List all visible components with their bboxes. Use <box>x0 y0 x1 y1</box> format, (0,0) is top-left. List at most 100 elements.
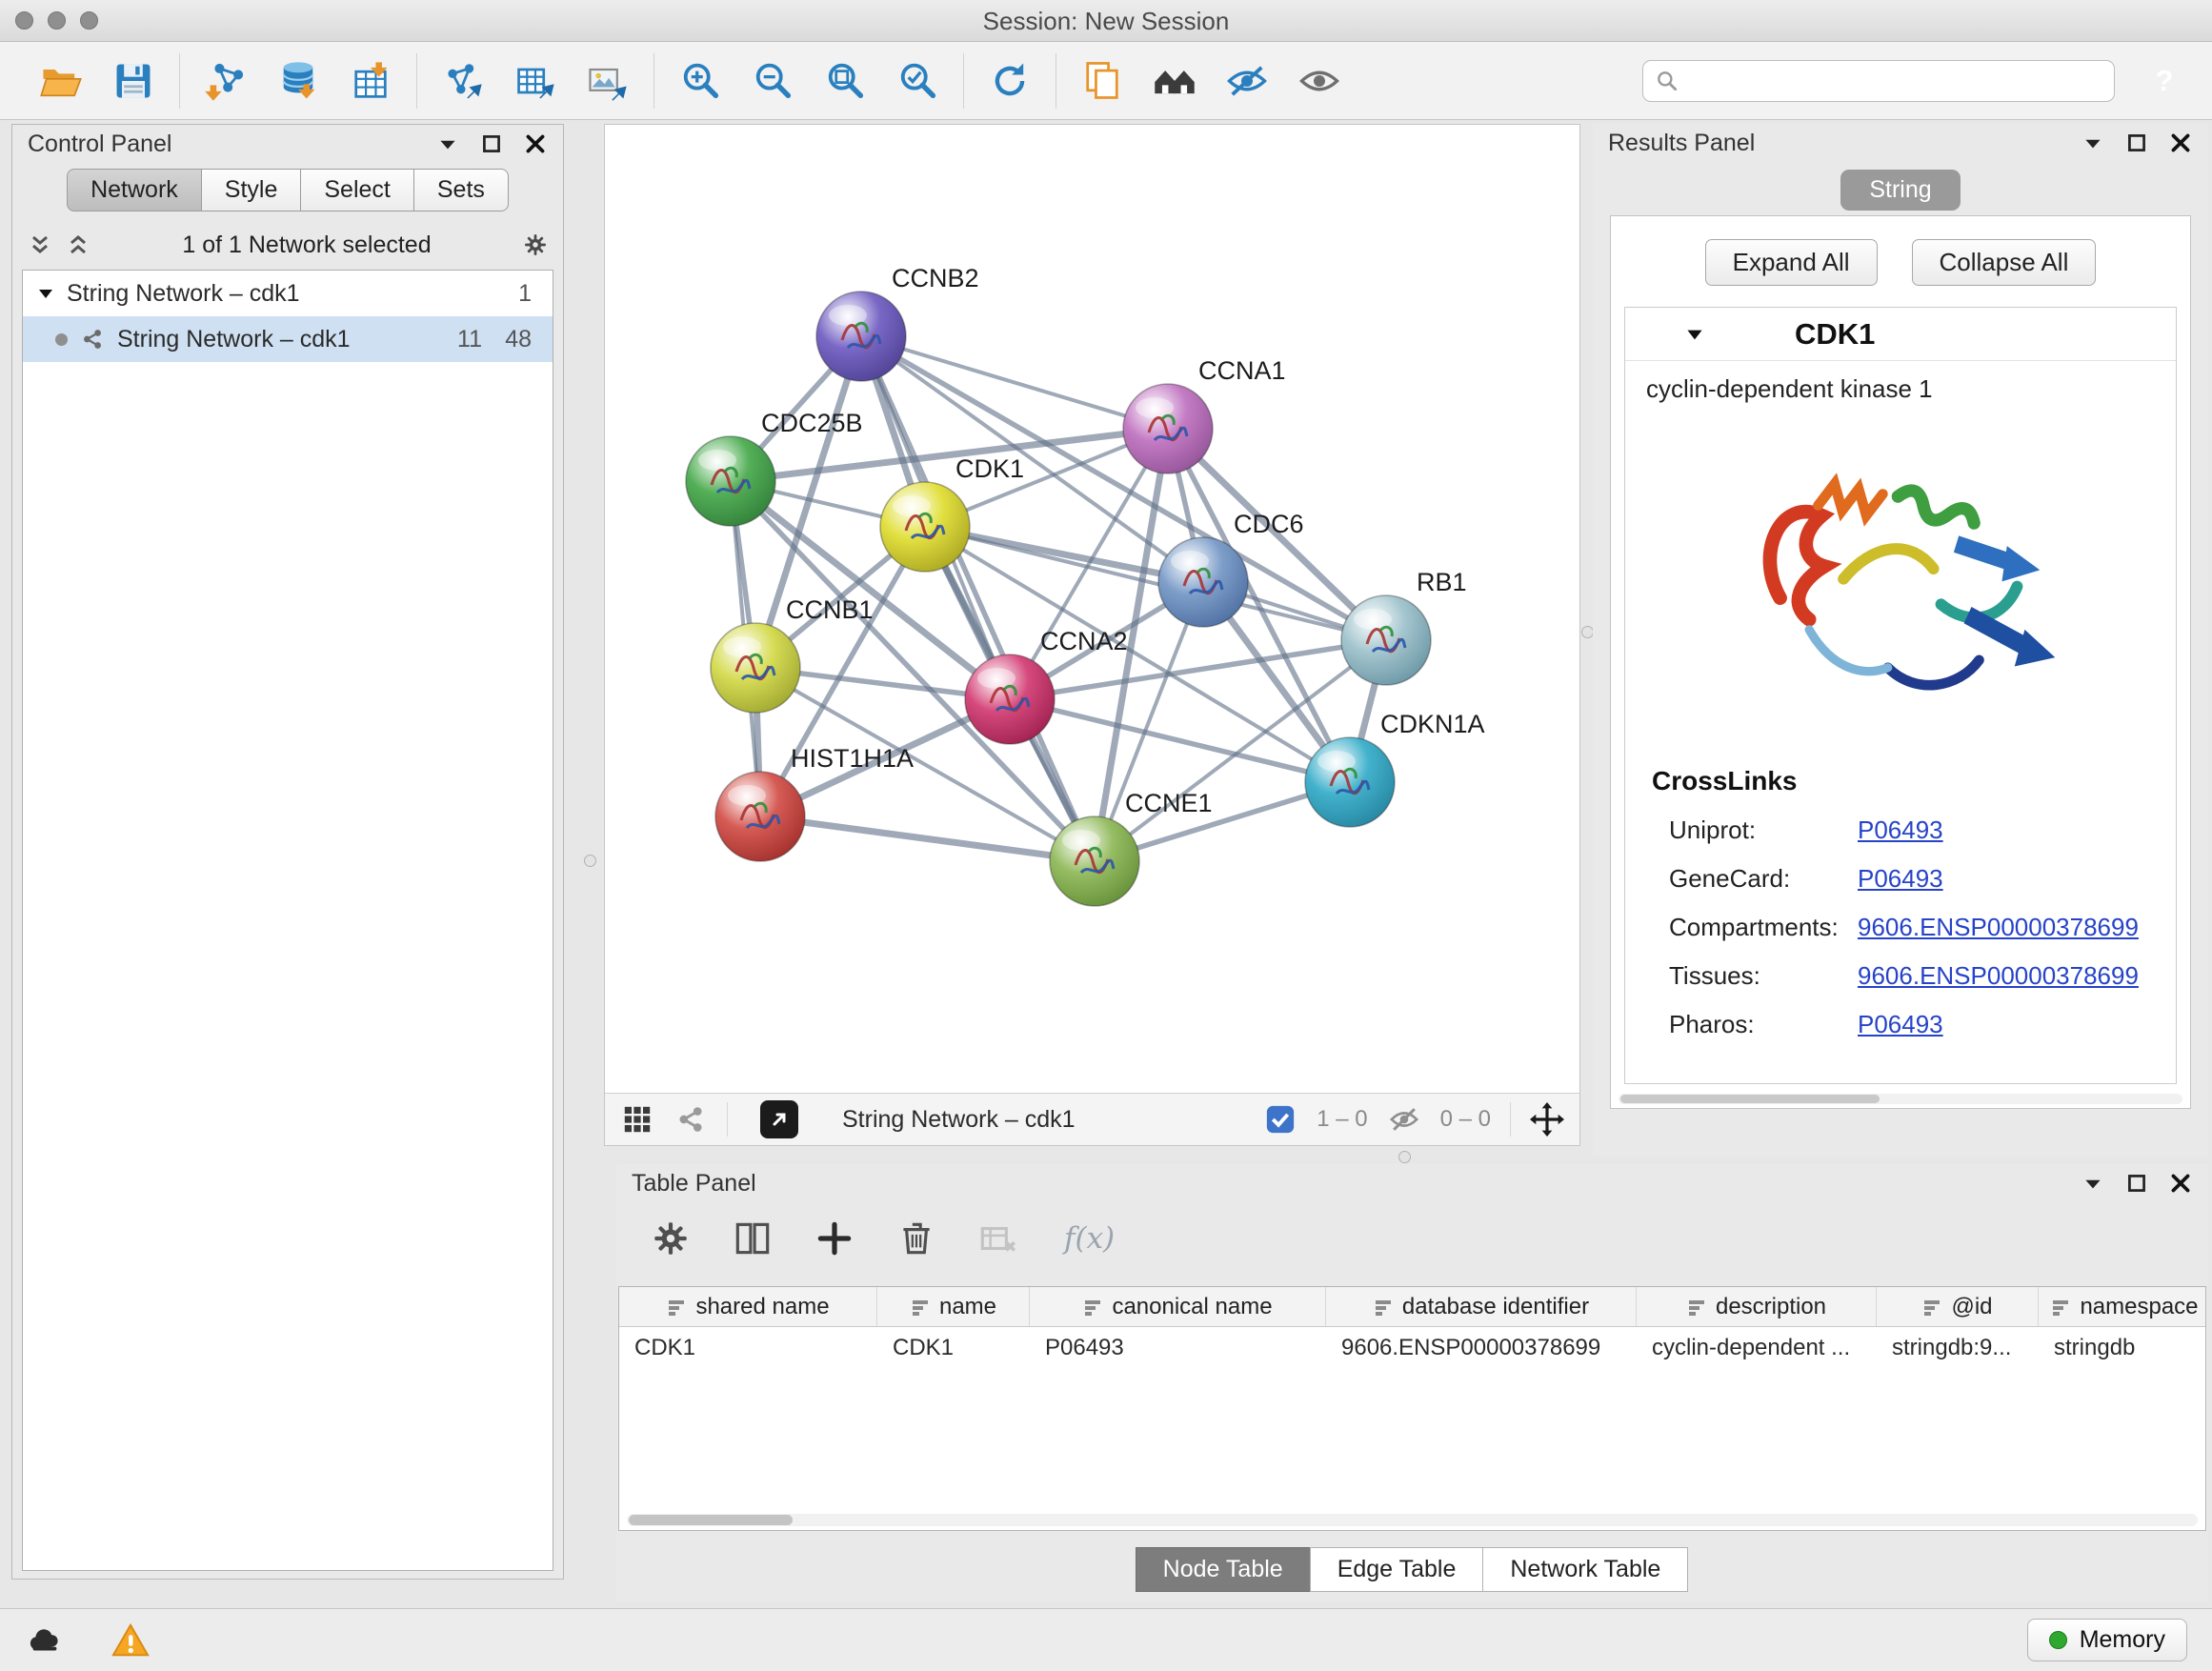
results-scrollbar[interactable] <box>1619 1094 2182 1104</box>
eye-icon[interactable] <box>1293 54 1346 108</box>
node-table: shared namenamecanonical namedatabase id… <box>618 1286 2206 1531</box>
panel-menu-icon[interactable] <box>435 131 460 156</box>
share-view-icon[interactable] <box>674 1102 708 1137</box>
table-toolbar: f(x) <box>649 1210 1115 1267</box>
edge-CCNB2-CCNE1[interactable] <box>861 336 1095 861</box>
node-RB1[interactable] <box>1341 595 1431 685</box>
hidden-eye-slash-icon[interactable] <box>1387 1102 1421 1137</box>
expand-all-button[interactable]: Expand All <box>1705 239 1878 286</box>
import-network-database-icon[interactable] <box>271 54 325 108</box>
splitter-handle-bottom[interactable] <box>1398 1151 1411 1163</box>
panel-close-icon[interactable] <box>2168 131 2193 155</box>
panel-menu-icon[interactable] <box>2081 131 2105 155</box>
memory-button[interactable]: Memory <box>2027 1619 2187 1661</box>
column-header-description[interactable]: description <box>1637 1287 1877 1326</box>
expand-all-tree-icon[interactable] <box>26 231 54 259</box>
column-header--id[interactable]: @id <box>1877 1287 2039 1326</box>
crosslink-value-link[interactable]: P06493 <box>1858 1010 1943 1039</box>
search-input[interactable] <box>1689 67 2102 95</box>
network-view[interactable]: CCNB2CCNA1CDC25BCDK1CDC6RB1CCNB1CCNA2CDK… <box>604 124 1580 1146</box>
cloud-icon[interactable] <box>25 1621 65 1661</box>
column-header-name[interactable]: name <box>877 1287 1030 1326</box>
node-CCNA2[interactable] <box>965 654 1055 744</box>
tab-network[interactable]: Network <box>67 169 202 211</box>
node-CCNA1[interactable] <box>1123 384 1213 473</box>
column-header-canonical-name[interactable]: canonical name <box>1030 1287 1326 1326</box>
move-crosshair-icon[interactable] <box>1530 1102 1564 1137</box>
import-table-icon[interactable] <box>344 54 397 108</box>
tab-style[interactable]: Style <box>201 169 302 211</box>
add-column-icon[interactable] <box>813 1217 856 1260</box>
tab-network-table[interactable]: Network Table <box>1482 1547 1688 1592</box>
disclosure-triangle-icon[interactable] <box>36 284 55 303</box>
zoom-fit-icon[interactable] <box>818 54 872 108</box>
edge-HIST1H1A-CCNE1[interactable] <box>760 816 1095 861</box>
tab-string[interactable]: String <box>1840 170 1960 211</box>
export-network-icon[interactable] <box>436 54 490 108</box>
panel-close-icon[interactable] <box>2168 1171 2193 1196</box>
crosslink-value-link[interactable]: P06493 <box>1858 864 1943 894</box>
export-image-icon[interactable] <box>581 54 634 108</box>
zoom-out-icon[interactable] <box>746 54 799 108</box>
help-button[interactable]: ? <box>2142 58 2187 104</box>
crosslink-value-link[interactable]: 9606.ENSP00000378699 <box>1858 913 2139 942</box>
column-header-shared-name[interactable]: shared name <box>619 1287 877 1326</box>
crosslink-value-link[interactable]: P06493 <box>1858 815 1943 845</box>
column-header-database-identifier[interactable]: database identifier <box>1326 1287 1637 1326</box>
gear-icon[interactable] <box>521 231 550 259</box>
panel-float-icon[interactable] <box>2124 1171 2149 1196</box>
table-panel-title: Table Panel <box>632 1170 756 1198</box>
tab-select[interactable]: Select <box>300 169 413 211</box>
edge-CDK1-RB1[interactable] <box>925 527 1386 640</box>
function-builder-button[interactable]: f(x) <box>1064 1221 1115 1256</box>
delete-column-icon[interactable] <box>895 1217 938 1260</box>
panel-menu-icon[interactable] <box>2081 1171 2105 1196</box>
collapse-all-tree-icon[interactable] <box>64 231 92 259</box>
tab-node-table[interactable]: Node Table <box>1136 1547 1311 1592</box>
zoom-in-icon[interactable] <box>674 54 727 108</box>
gene-card-header[interactable]: CDK1 <box>1625 308 2176 361</box>
tab-edge-table[interactable]: Edge Table <box>1310 1547 1484 1592</box>
node-CDC6[interactable] <box>1158 537 1248 627</box>
collapse-card-icon[interactable] <box>1682 322 1707 347</box>
table-settings-gear-icon[interactable] <box>649 1217 693 1260</box>
edge-CCNB2-CCNA1[interactable] <box>861 336 1168 429</box>
copy-network-icon[interactable] <box>1076 54 1129 108</box>
import-network-file-icon[interactable] <box>199 54 252 108</box>
node-label-CCNE1: CCNE1 <box>1125 789 1213 817</box>
node-label-CDK1: CDK1 <box>955 454 1024 483</box>
open-in-new-window-button[interactable] <box>760 1100 798 1138</box>
open-session-icon[interactable] <box>34 54 88 108</box>
home-icon[interactable] <box>1148 54 1201 108</box>
tab-sets[interactable]: Sets <box>413 169 509 211</box>
node-CCNB1[interactable] <box>711 623 800 713</box>
export-table-icon[interactable] <box>509 54 562 108</box>
crosslink-value-link[interactable]: 9606.ENSP00000378699 <box>1858 961 2139 991</box>
network-canvas[interactable]: CCNB2CCNA1CDC25BCDK1CDC6RB1CCNB1CCNA2CDK… <box>605 125 1579 1093</box>
panel-close-icon[interactable] <box>523 131 548 156</box>
node-CDC25B[interactable] <box>686 436 775 526</box>
zoom-selected-icon[interactable] <box>891 54 944 108</box>
panel-float-icon[interactable] <box>479 131 504 156</box>
network-row-selected[interactable]: String Network – cdk1 11 48 <box>23 316 553 362</box>
node-CCNE1[interactable] <box>1050 816 1139 906</box>
column-header-namespace[interactable]: namespace <box>2039 1287 2206 1326</box>
save-session-icon[interactable] <box>107 54 160 108</box>
grid-view-icon[interactable] <box>620 1102 654 1137</box>
node-CDK1[interactable] <box>880 482 970 572</box>
eye-slash-icon[interactable] <box>1220 54 1274 108</box>
toolbar-separator <box>416 53 417 109</box>
network-collection-row[interactable]: String Network – cdk1 1 <box>23 271 553 316</box>
reload-layout-icon[interactable] <box>983 54 1036 108</box>
node-HIST1H1A[interactable] <box>715 772 805 861</box>
node-CDKN1A[interactable] <box>1305 737 1395 827</box>
warning-icon[interactable] <box>111 1621 151 1661</box>
selected-nodes-checkbox-icon[interactable] <box>1263 1102 1297 1137</box>
splitter-handle-left[interactable] <box>584 855 596 867</box>
panel-float-icon[interactable] <box>2124 131 2149 155</box>
table-horizontal-scrollbar[interactable] <box>627 1514 2198 1526</box>
node-CCNB2[interactable] <box>816 292 906 381</box>
collapse-all-button[interactable]: Collapse All <box>1912 239 2097 286</box>
table-row[interactable]: CDK1CDK1P064939606.ENSP00000378699cyclin… <box>619 1327 2205 1367</box>
show-columns-icon[interactable] <box>731 1217 774 1260</box>
